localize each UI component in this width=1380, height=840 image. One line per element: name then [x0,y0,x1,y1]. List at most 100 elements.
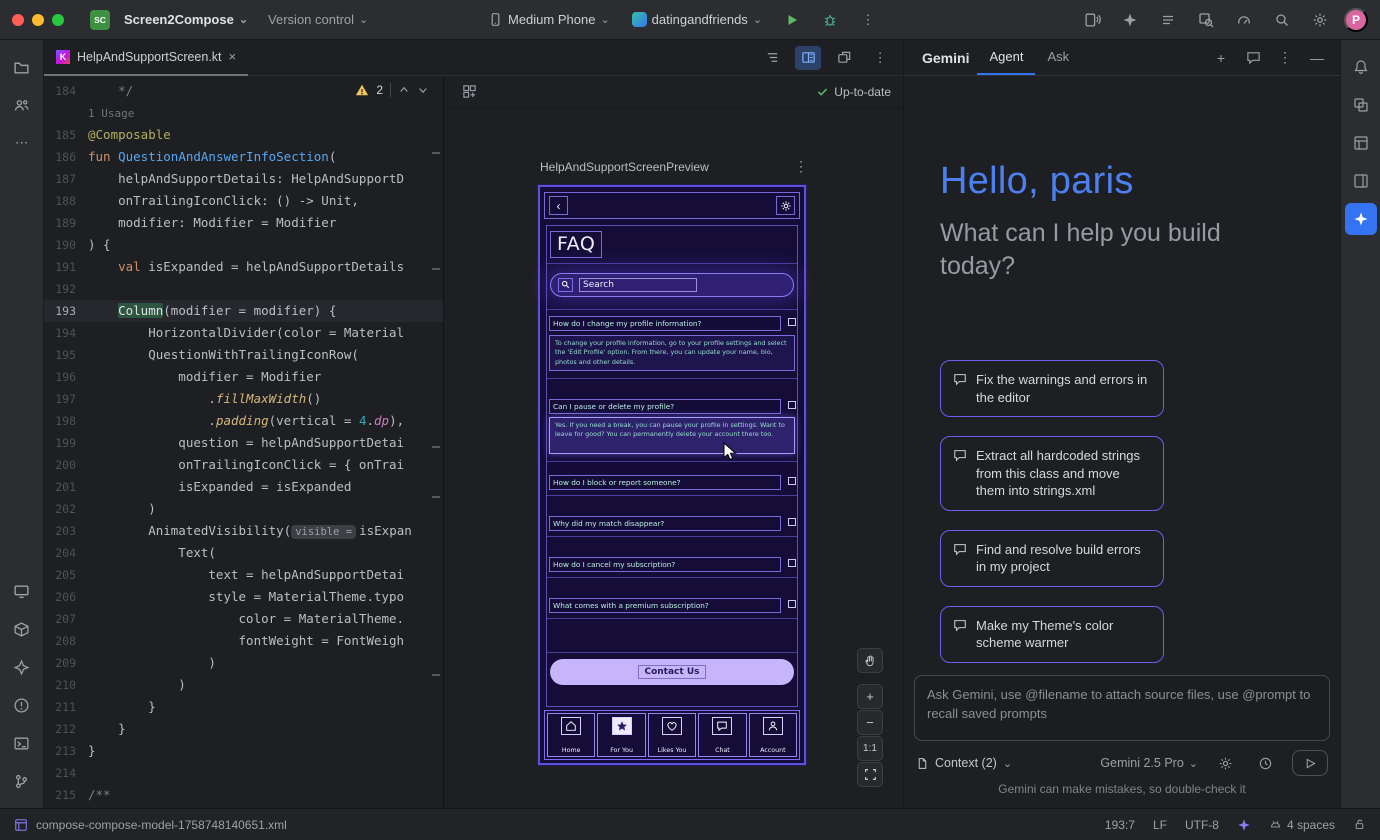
line-number[interactable]: 199 [44,432,76,454]
prompt-input[interactable]: Ask Gemini, use @filename to attach sour… [914,675,1330,741]
suggestion-card[interactable]: Fix the warnings and errors in the edito… [940,360,1164,417]
split-editor-preview-button[interactable] [795,46,821,70]
line-number[interactable]: 211 [44,696,76,718]
line-number[interactable]: 186 [44,146,76,168]
line-number[interactable]: 191 [44,256,76,278]
tab-agent[interactable]: Agent [977,40,1035,75]
line-ending-widget[interactable]: LF [1153,818,1167,832]
code-line[interactable]: 207 color = MaterialTheme. [44,608,443,630]
device-mirroring-tool-button[interactable] [1345,89,1377,121]
code-line[interactable]: 210 ) [44,674,443,696]
code-line[interactable]: 212 } [44,718,443,740]
suggestion-card[interactable]: Find and resolve build errors in my proj… [940,530,1164,587]
chat-history-button[interactable] [1240,45,1266,71]
code-line[interactable]: 189 modifier: Modifier = Modifier [44,212,443,234]
line-number[interactable]: 192 [44,278,76,300]
zoom-actual-size-button[interactable]: 1:1 [857,736,883,761]
code-line[interactable]: 199 question = helpAndSupportDetai [44,432,443,454]
line-number[interactable]: 209 [44,652,76,674]
file-structure-button[interactable] [759,46,785,70]
line-number[interactable]: 190 [44,234,76,256]
line-number[interactable]: 195 [44,344,76,366]
logcat-button[interactable] [1154,6,1182,34]
file-lock-button[interactable] [1353,818,1366,831]
running-devices-tool-button[interactable] [6,575,38,607]
line-number[interactable]: 198 [44,410,76,432]
code-line[interactable]: 211 } [44,696,443,718]
code-line[interactable]: 197 .fillMaxWidth() [44,388,443,410]
code-line[interactable]: 1 Usage [44,102,443,124]
code-line[interactable]: 194 HorizontalDivider(color = Material [44,322,443,344]
device-mirror-button[interactable] [1078,6,1106,34]
chevron-up-icon[interactable] [398,84,410,96]
code-line[interactable]: 213} [44,740,443,762]
gemini-spark-button[interactable] [1116,6,1144,34]
run-config-selector[interactable]: datingandfriends ⌄ [626,8,768,31]
panel-options-button[interactable]: ⋮ [1272,45,1298,71]
cursor-position-widget[interactable]: 193:7 [1105,818,1135,832]
gemini-tool-button[interactable] [1345,203,1377,235]
close-icon[interactable]: × [229,49,237,64]
code-line[interactable]: 190) { [44,234,443,256]
editor-options-button[interactable]: ⋮ [867,46,893,70]
code-line[interactable]: 198 .padding(vertical = 4.dp), [44,410,443,432]
pan-tool-button[interactable] [857,648,883,673]
profiler-button[interactable] [1230,6,1258,34]
line-number[interactable]: 194 [44,322,76,344]
tab-ask[interactable]: Ask [1035,40,1081,75]
code-line[interactable]: 186fun QuestionAndAnswerInfoSection( [44,146,443,168]
notifications-button[interactable] [1345,51,1377,83]
line-number[interactable]: 202 [44,498,76,520]
code-line[interactable]: 208 fontWeight = FontWeigh [44,630,443,652]
line-number[interactable]: 213 [44,740,76,762]
version-control-tool-button[interactable] [6,765,38,797]
chevron-down-icon[interactable] [417,84,429,96]
code-line[interactable]: 215/** [44,784,443,806]
line-number[interactable]: 204 [44,542,76,564]
settings-button[interactable] [1306,6,1334,34]
zoom-out-button[interactable]: − [857,710,883,735]
open-in-window-button[interactable] [831,46,857,70]
code-line[interactable]: 188 onTrailingIconClick: () -> Unit, [44,190,443,212]
code-line[interactable]: 204 Text( [44,542,443,564]
line-number[interactable]: 207 [44,608,76,630]
line-number[interactable]: 215 [44,784,76,806]
line-number[interactable]: 197 [44,388,76,410]
ai-status-button[interactable] [1237,818,1251,832]
code-line[interactable]: 209 ) [44,652,443,674]
debug-button[interactable] [816,6,844,34]
new-chat-button[interactable]: + [1208,45,1234,71]
collaboration-tool-button[interactable] [6,89,38,121]
build-tool-button[interactable] [6,613,38,645]
code-line[interactable]: 195 QuestionWithTrailingIconRow( [44,344,443,366]
user-avatar[interactable]: P [1344,8,1368,32]
search-button[interactable] [1268,6,1296,34]
line-number[interactable]: 208 [44,630,76,652]
line-number[interactable]: 187 [44,168,76,190]
close-window-button[interactable] [12,14,24,26]
line-number[interactable]: 203 [44,520,76,542]
line-number[interactable]: 201 [44,476,76,498]
preview-options-button[interactable]: ⋮ [794,158,808,175]
code-line[interactable]: 192 [44,278,443,300]
layout-inspector-tool-button[interactable] [1345,127,1377,159]
problems-tool-button[interactable] [6,689,38,721]
code-line[interactable]: 193 Column(modifier = modifier) { [44,300,443,322]
preview-canvas[interactable]: HelpAndSupportScreenPreview ⋮ ‹ [444,108,903,808]
line-number[interactable]: 185 [44,124,76,146]
gemini-settings-button[interactable] [1212,750,1238,776]
suggestion-card[interactable]: Make my Theme's color scheme warmer [940,606,1164,663]
more-tools-button[interactable]: ⋯ [6,127,38,159]
code-line[interactable]: 196 modifier = Modifier [44,366,443,388]
code-line[interactable]: 214 [44,762,443,784]
maximize-window-button[interactable] [52,14,64,26]
suggestion-card[interactable]: Extract all hardcoded strings from this … [940,436,1164,511]
line-number[interactable] [44,102,76,124]
zoom-to-fit-button[interactable] [857,762,883,787]
line-number[interactable]: 200 [44,454,76,476]
line-number[interactable]: 205 [44,564,76,586]
code-line[interactable]: 191 val isExpanded = helpAndSupportDetai… [44,256,443,278]
code-editor[interactable]: 184 */1 Usage185@Composable186fun Questi… [44,76,443,806]
code-line[interactable]: 205 text = helpAndSupportDetai [44,564,443,586]
line-number[interactable]: 193 [44,300,76,322]
